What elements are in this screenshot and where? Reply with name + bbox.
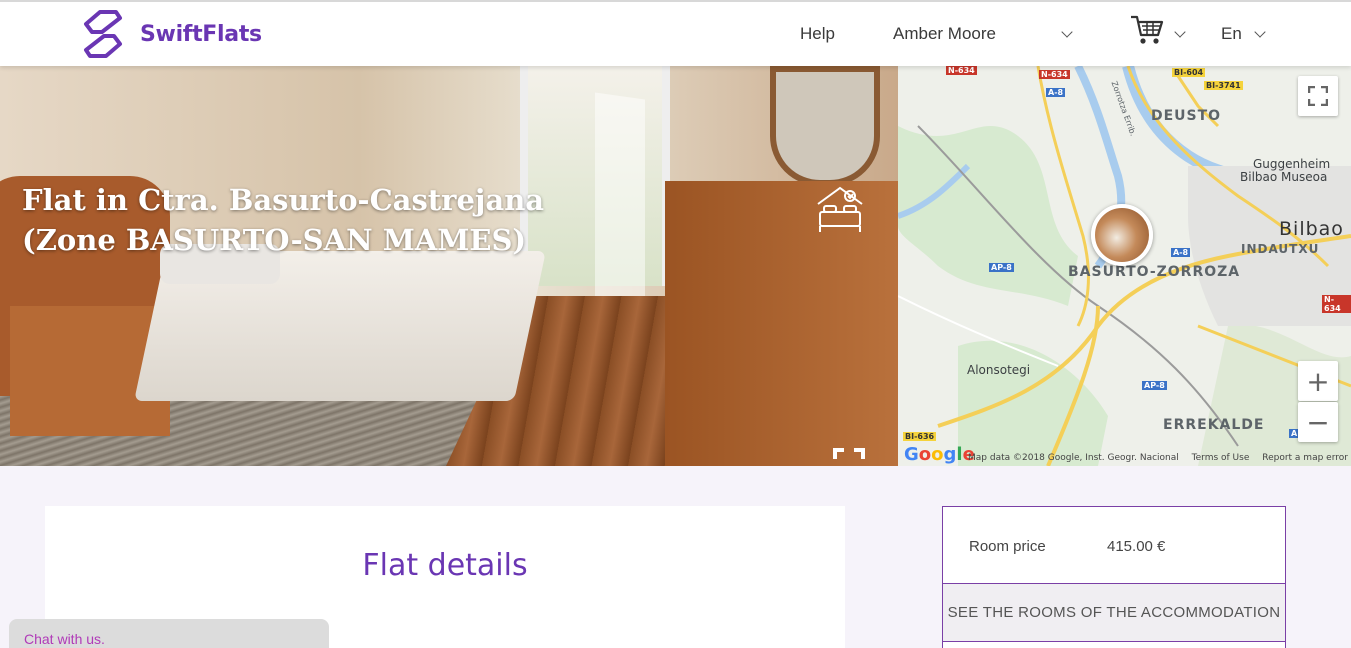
site-header: SwiftFlats Help Amber Moore En <box>0 0 1351 66</box>
map-footer: Map data ©2018 Google, Inst. Geogr. Naci… <box>968 453 1351 463</box>
zoom-in-button[interactable]: + <box>1298 361 1338 401</box>
road-label: N-634 <box>1039 70 1070 79</box>
map-label-alonsotegi: Alonsotegi <box>967 363 1031 377</box>
map-label-errekalde: ERREKALDE <box>1163 417 1265 433</box>
map-label-indautxu: INDAUTXU <box>1241 242 1320 256</box>
bed-icon <box>817 186 863 232</box>
google-logo: Google <box>904 444 975 465</box>
chat-widget[interactable]: Chat with us. <box>9 619 329 648</box>
zoom-out-button[interactable]: − <box>1298 402 1338 442</box>
map-label-guggenheim: Guggenheim <box>1253 157 1331 171</box>
location-map[interactable]: N-634 N-634 BI-604 BI-3741 A-8 A-8 AP-8 … <box>898 66 1351 466</box>
cart-icon[interactable] <box>1130 14 1164 46</box>
help-link[interactable]: Help <box>800 24 835 44</box>
road-label: AP-8 <box>1142 381 1167 390</box>
road-label: BI-3741 <box>1204 81 1243 90</box>
report-map-error-link[interactable]: Report a map error <box>1262 453 1348 463</box>
map-label-guggenheim: Bilbao Museoa <box>1240 170 1328 184</box>
chat-label[interactable]: Chat with us. <box>24 631 105 647</box>
road-label: BI-636 <box>903 432 937 441</box>
road-label: A-8 <box>1046 88 1066 97</box>
flat-details-heading: Flat details <box>362 548 528 583</box>
flat-location-pin-icon[interactable] <box>1091 204 1153 266</box>
room-price-label: Room price <box>969 538 1046 555</box>
swiftflats-logo-icon <box>84 10 122 58</box>
flat-title: Flat in Ctra. Basurto-Castrejana (Zone B… <box>22 183 545 257</box>
chevron-down-icon[interactable] <box>1061 26 1073 38</box>
map-label-bilbao: Bilbao <box>1279 218 1344 240</box>
expand-icon[interactable] <box>833 448 865 466</box>
hero-balcony-door <box>595 92 645 310</box>
chevron-down-icon[interactable] <box>1174 26 1186 38</box>
chevron-down-icon[interactable] <box>1254 26 1266 38</box>
road-label: BI-604 <box>1172 68 1206 77</box>
road-label: N-634 <box>1322 295 1351 313</box>
fullscreen-icon[interactable] <box>1298 76 1338 116</box>
map-attribution: Map data ©2018 Google, Inst. Geogr. Naci… <box>968 453 1179 463</box>
road-label: N-634 <box>946 66 977 75</box>
road-label: AP-8 <box>989 263 1014 272</box>
hero-mirror <box>770 66 880 186</box>
flat-hero-image[interactable]: Flat in Ctra. Basurto-Castrejana (Zone B… <box>0 66 898 466</box>
see-rooms-button[interactable]: SEE THE ROOMS OF THE ACCOMMODATION <box>943 584 1285 642</box>
brand-name: SwiftFlats <box>140 21 262 47</box>
language-selector[interactable]: En <box>1221 24 1242 44</box>
user-menu[interactable]: Amber Moore <box>893 24 996 44</box>
terms-link[interactable]: Terms of Use <box>1192 453 1250 463</box>
price-card: Room price 415.00 € SEE THE ROOMS OF THE… <box>942 506 1286 648</box>
brand-logo[interactable]: SwiftFlats <box>82 10 262 58</box>
room-price-value: 415.00 € <box>1107 538 1166 555</box>
room-price-row: Room price 415.00 € <box>943 507 1285 584</box>
map-label-basurto: BASURTO-ZORROZA <box>1068 264 1241 280</box>
map-label-deusto: DEUSTO <box>1151 108 1222 124</box>
road-label: A-8 <box>1171 248 1191 257</box>
